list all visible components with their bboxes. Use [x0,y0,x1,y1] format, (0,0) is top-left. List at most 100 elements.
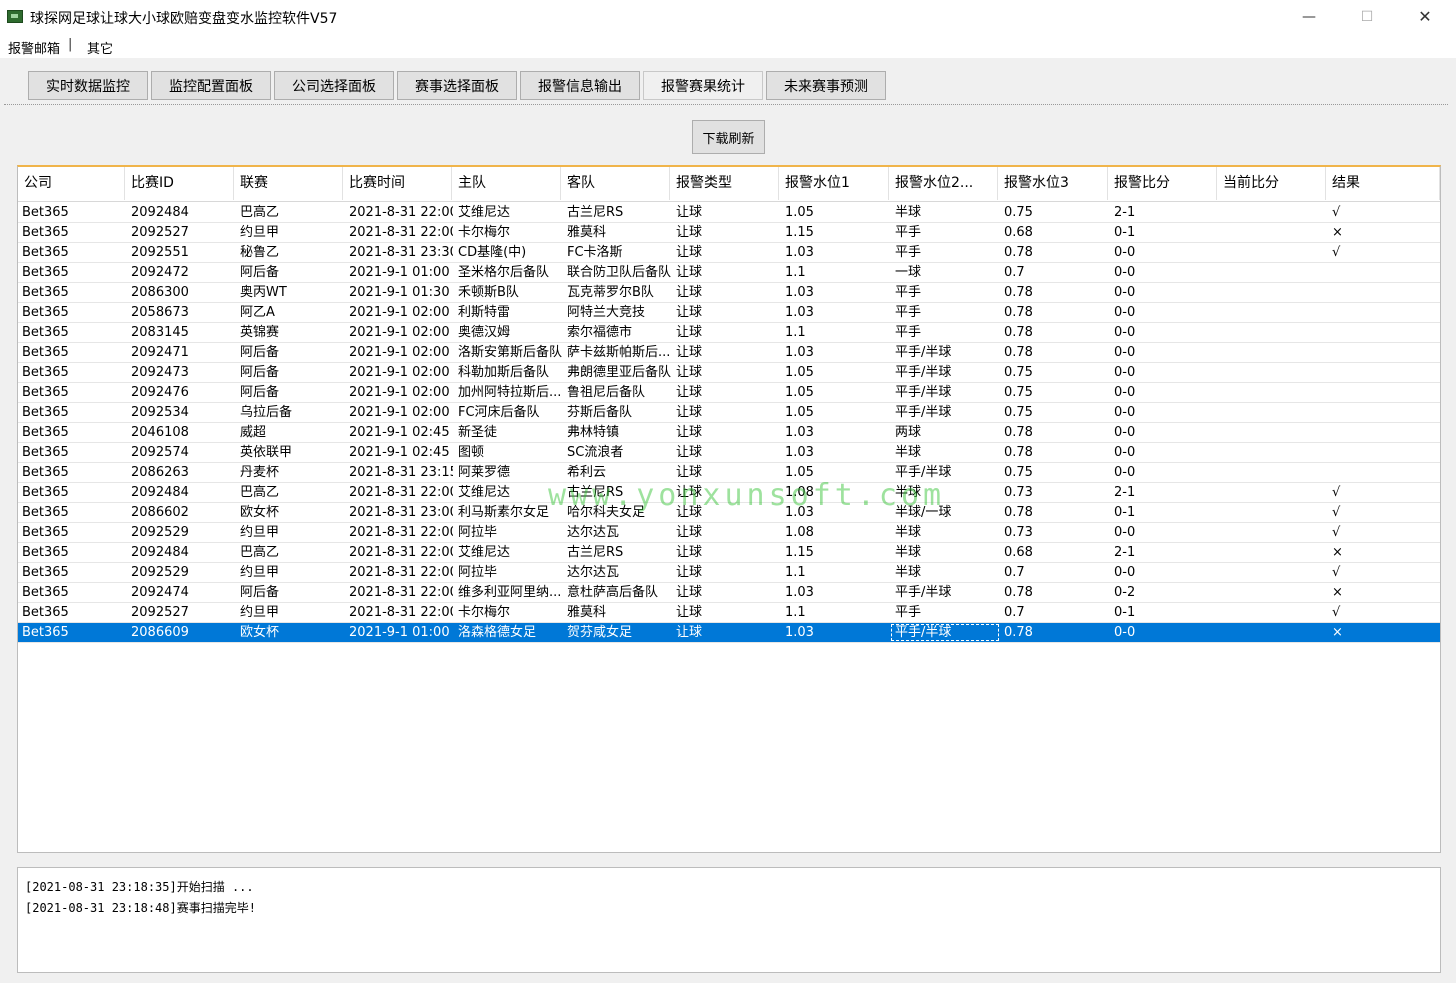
cell-current-score [1221,303,1327,322]
cell-company: Bet365 [22,465,69,480]
cell-company: Bet365 [22,585,69,600]
results-table[interactable]: 公司 比赛ID 联赛 比赛时间 主队 客队 报警类型 报警水位1 报警水位2... 报警水位3 报警… [17,165,1441,853]
cell-league: 丹麦杯 [240,465,280,480]
column-header-home-team[interactable]: 主队 [452,167,561,200]
column-header-alarm-score[interactable]: 报警比分 [1108,167,1217,200]
table-row[interactable]: Bet365 2092474 阿后备 2021-8-31 22:00 维多利亚阿里纳..… [18,583,1440,603]
cell-home-team: 加州阿特拉斯后... [458,385,562,400]
minimize-button[interactable]: — [1280,0,1338,33]
cell-alarm-type: 让球 [676,425,703,440]
column-header-alarm-odds1[interactable]: 报警水位1 [779,167,889,200]
cell-league: 英依联甲 [240,445,293,460]
close-button[interactable]: ✕ [1396,0,1454,33]
column-header-alarm-type[interactable]: 报警类型 [670,167,779,200]
cell-league: 阿后备 [240,345,280,360]
cell-alarm-odds3: 0.7 [1004,565,1025,580]
cell-company: Bet365 [22,345,69,360]
cell-company: Bet365 [22,545,69,560]
log-panel[interactable]: [2021-08-31 23:18:35]开始扫描 ... [2021-08-3… [17,867,1441,973]
table-row[interactable]: Bet365 2092529 约旦甲 2021-8-31 22:00 阿拉毕 达尔达瓦 让球… [18,523,1440,543]
table-row[interactable]: Bet365 2092529 约旦甲 2021-8-31 22:00 阿拉毕 达尔达瓦 让球… [18,563,1440,583]
cell-current-score [1221,363,1327,382]
cell-match-time: 2021-8-31 22:00 [349,545,453,560]
cell-company: Bet365 [22,505,69,520]
cell-alarm-odds2: 半球 [895,525,922,540]
cell-current-score [1221,523,1327,542]
cell-alarm-type: 让球 [676,245,703,260]
download-refresh-button[interactable]: 下载刷新 [692,120,765,154]
table-row[interactable]: Bet365 2092472 阿后备 2021-9-1 01:00 圣米格尔后备队 联合防… [18,263,1440,283]
cell-result: √ [1332,525,1341,540]
cell-league: 约旦甲 [240,525,280,540]
cell-alarm-odds1: 1.05 [785,465,814,480]
table-row[interactable]: Bet365 2092484 巴高乙 2021-8-31 22:00 艾维尼达 古兰尼RS… [18,203,1440,223]
cell-home-team: 圣米格尔后备队 [458,265,550,280]
menu-other[interactable]: 其它 [87,38,113,57]
column-header-result[interactable]: 结果 [1326,167,1440,200]
tab-realtime-monitor[interactable]: 实时数据监控 [28,71,148,100]
table-row[interactable]: Bet365 2092527 约旦甲 2021-8-31 22:00 卡尔梅尔 雅莫科 让球… [18,223,1440,243]
cell-home-team: 利马斯素尔女足 [458,505,550,520]
table-row[interactable]: Bet365 2092471 阿后备 2021-9-1 02:00 洛斯安第斯后备队 萨卡… [18,343,1440,363]
cell-result: × [1332,225,1343,240]
column-header-away-team[interactable]: 客队 [561,167,670,200]
cell-alarm-score: 0-2 [1114,585,1136,600]
table-row[interactable]: Bet365 2058673 阿乙A 2021-9-1 02:00 利斯特雷 阿特兰大竞技… [18,303,1440,323]
cell-alarm-odds3: 0.78 [1004,305,1033,320]
table-row[interactable]: Bet365 2092473 阿后备 2021-9-1 02:00 科勒加斯后备队 弗朗德… [18,363,1440,383]
tab-monitor-config[interactable]: 监控配置面板 [151,71,271,100]
table-row[interactable]: Bet365 2046108 威超 2021-9-1 02:45 新圣徒 弗林特镇 让球 1.… [18,423,1440,443]
cell-alarm-score: 0-1 [1114,225,1136,240]
menu-alarm-mail[interactable]: 报警邮箱 [8,38,60,57]
table-row[interactable]: Bet365 2092534 乌拉后备 2021-9-1 02:00 FC河床后备队 芬斯… [18,403,1440,423]
table-row[interactable]: Bet365 2092476 阿后备 2021-9-1 02:00 加州阿特拉斯后...… [18,383,1440,403]
table-row[interactable]: Bet365 2092527 约旦甲 2021-8-31 22:00 卡尔梅尔 雅莫科 让球… [18,603,1440,623]
cell-alarm-type: 让球 [676,265,703,280]
cell-match-time: 2021-9-1 02:00 [349,405,450,420]
column-header-alarm-odds2[interactable]: 报警水位2... [889,167,998,200]
table-row[interactable]: Bet365 2092484 巴高乙 2021-8-31 22:00 艾维尼达 古兰尼RS… [18,543,1440,563]
tab-match-select[interactable]: 赛事选择面板 [397,71,517,100]
column-header-company[interactable]: 公司 [18,167,125,200]
cell-alarm-odds3: 0.78 [1004,625,1033,640]
tab-future-predict[interactable]: 未来赛事预测 [766,71,886,100]
cell-match-id: 2092529 [131,565,189,580]
column-header-match-time[interactable]: 比赛时间 [343,167,452,200]
table-row[interactable]: Bet365 2083145 英锦赛 2021-9-1 02:00 奥德汉姆 索尔福德市 让… [18,323,1440,343]
tab-alarm-output[interactable]: 报警信息输出 [520,71,640,100]
cell-alarm-odds1: 1.1 [785,325,806,340]
column-header-league[interactable]: 联赛 [234,167,343,200]
cell-company: Bet365 [22,405,69,420]
cell-home-team: 奥德汉姆 [458,325,511,340]
cell-result [1330,323,1440,342]
cell-alarm-odds2: 半球 [895,485,922,500]
cell-away-team: 古兰尼RS [567,205,624,220]
cell-match-time: 2021-8-31 22:00 [349,565,453,580]
column-header-current-score[interactable]: 当前比分 [1217,167,1326,200]
cell-match-time: 2021-8-31 23:00 [349,505,453,520]
cell-current-score [1221,323,1327,342]
cell-alarm-type: 让球 [676,485,703,500]
tab-company-select[interactable]: 公司选择面板 [274,71,394,100]
tab-alarm-stats[interactable]: 报警赛果统计 [643,71,763,100]
table-body[interactable]: Bet365 2092484 巴高乙 2021-8-31 22:00 艾维尼达 古兰尼RS… [18,203,1440,643]
cell-current-score [1221,563,1327,582]
cell-home-team: 禾顿斯B队 [458,285,519,300]
cell-match-id: 2092527 [131,225,189,240]
cell-alarm-odds2: 平手/半球 [895,365,952,380]
column-header-match-id[interactable]: 比赛ID [125,167,234,200]
table-row[interactable]: Bet365 2086602 欧女杯 2021-8-31 23:00 利马斯素尔女足 哈尔… [18,503,1440,523]
cell-match-id: 2092574 [131,445,189,460]
table-row[interactable]: Bet365 2086263 丹麦杯 2021-8-31 23:15 阿莱罗德 希利云 让球… [18,463,1440,483]
maximize-button[interactable]: ☐ [1338,0,1396,33]
table-row[interactable]: Bet365 2086609 欧女杯 2021-9-1 01:00 洛森格德女足 贺芬咸女… [18,623,1440,643]
cell-match-time: 2021-8-31 22:00 [349,485,453,500]
cell-alarm-score: 2-1 [1114,485,1136,500]
table-row[interactable]: Bet365 2092574 英依联甲 2021-9-1 02:45 图顿 SC流浪者 让球… [18,443,1440,463]
table-row[interactable]: Bet365 2086300 奥丙WT 2021-9-1 01:30 禾顿斯B队 瓦克蒂罗… [18,283,1440,303]
column-header-alarm-odds3[interactable]: 报警水位3 [998,167,1108,200]
table-row[interactable]: Bet365 2092484 巴高乙 2021-8-31 22:00 艾维尼达 古兰尼RS… [18,483,1440,503]
table-row[interactable]: Bet365 2092551 秘鲁乙 2021-8-31 23:30 CD基隆(中) FC… [18,243,1440,263]
cell-league: 欧女杯 [240,625,280,640]
cell-match-id: 2092484 [131,205,189,220]
